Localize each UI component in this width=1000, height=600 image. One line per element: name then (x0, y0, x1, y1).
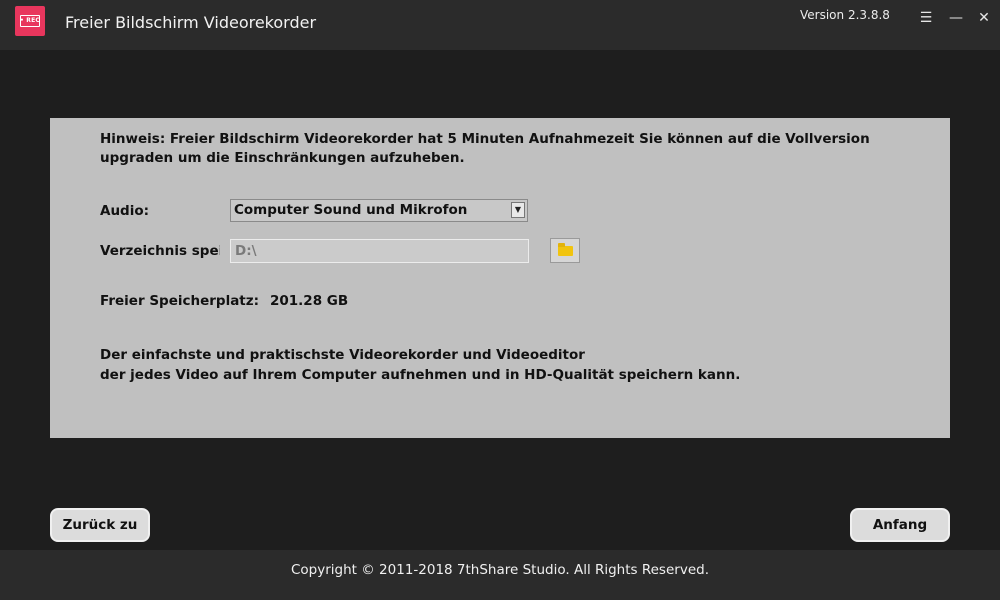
close-icon[interactable]: ✕ (976, 10, 992, 26)
chevron-down-icon[interactable]: ▼ (511, 202, 525, 218)
rec-logo-icon: • REC (15, 6, 45, 36)
save-directory-input[interactable] (230, 239, 529, 263)
minimize-icon[interactable]: — (948, 10, 964, 26)
version-label: Version 2.3.8.8 (800, 8, 890, 22)
audio-select[interactable]: Computer Sound und Mikrofon ▼ (230, 199, 528, 222)
product-description: Der einfachste und praktischste Videorek… (100, 345, 900, 385)
start-button[interactable]: Anfang (850, 508, 950, 542)
description-line-1: Der einfachste und praktischste Videorek… (100, 347, 585, 363)
title-bar: • REC Freier Bildschirm Videorekorder Ve… (0, 0, 1000, 50)
settings-panel: Hinweis: Freier Bildschirm Videorekorder… (50, 118, 950, 438)
copyright-text: Copyright © 2011-2018 7thShare Studio. A… (291, 562, 709, 578)
menu-icon[interactable]: ☰ (918, 10, 934, 26)
audio-selected-value: Computer Sound und Mikrofon (234, 202, 468, 218)
folder-icon (558, 243, 573, 256)
audio-label: Audio: (100, 203, 150, 219)
upgrade-hint: Hinweis: Freier Bildschirm Videorekorder… (100, 131, 870, 166)
back-button[interactable]: Zurück zu (50, 508, 150, 542)
app-title: Freier Bildschirm Videorekorder (65, 13, 317, 32)
save-directory-label: Verzeichnis speichern: (100, 243, 220, 259)
footer: Copyright © 2011-2018 7thShare Studio. A… (0, 550, 1000, 600)
free-space-value: 201.28 GB (270, 293, 349, 309)
browse-folder-button[interactable] (550, 238, 580, 263)
free-space-label: Freier Speicherplatz: (100, 293, 260, 309)
description-line-2: der jedes Video auf Ihrem Computer aufne… (100, 367, 741, 383)
logo-text: • REC (19, 17, 41, 24)
